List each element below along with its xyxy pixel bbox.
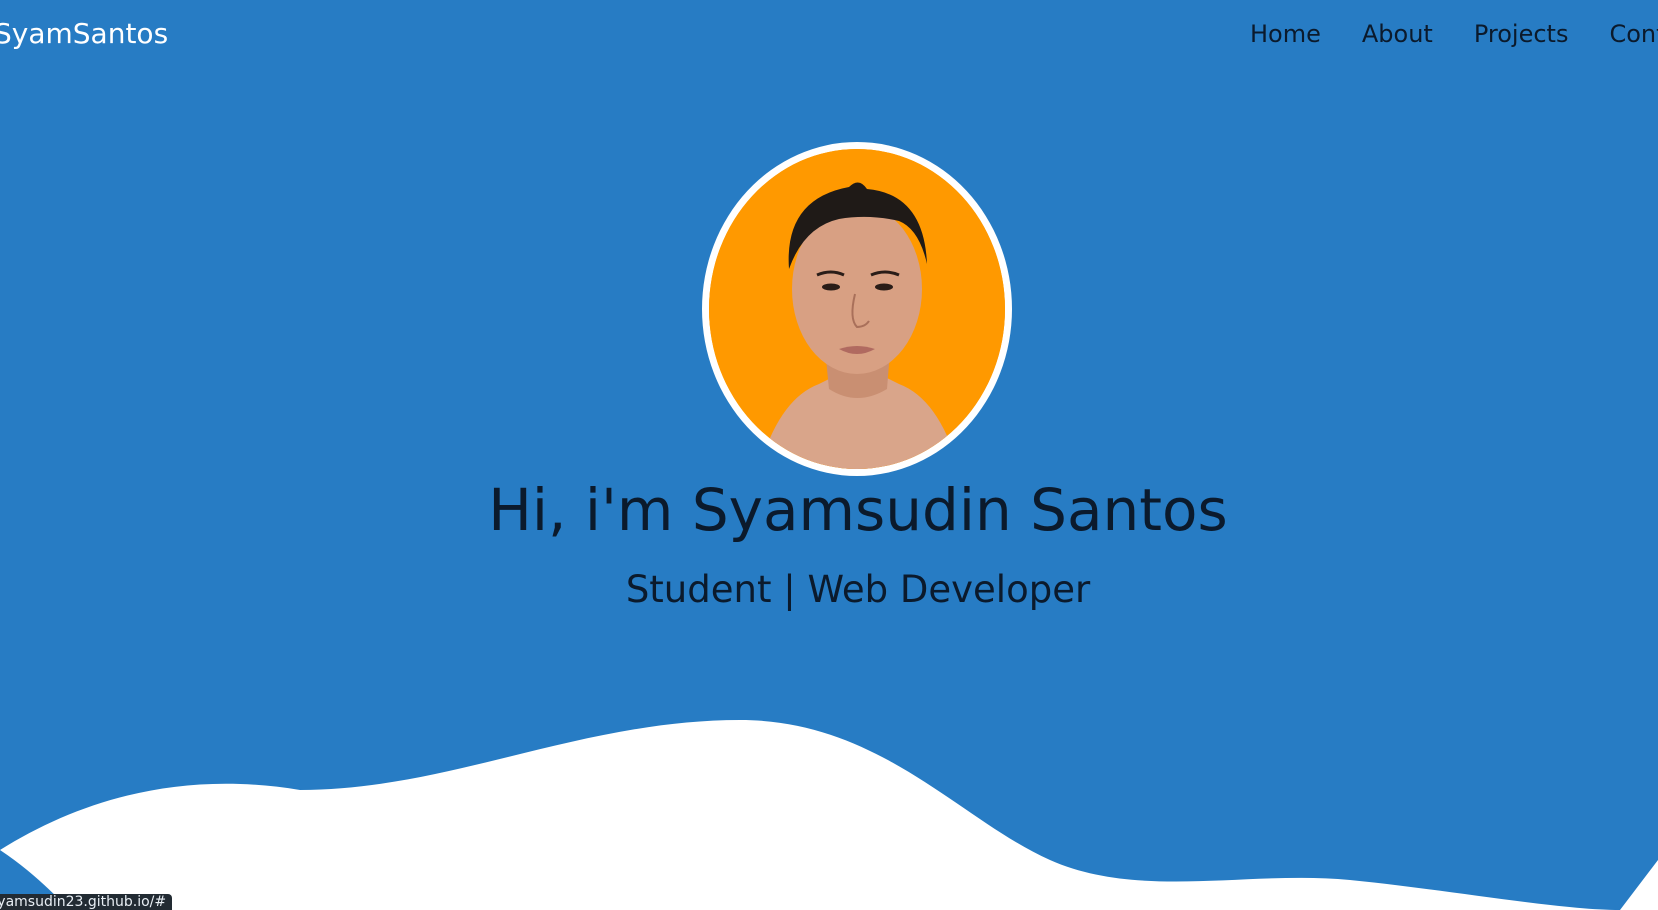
hero-wave (0, 720, 1658, 910)
status-bar-url: syamsudin23.github.io/# (0, 894, 173, 910)
status-url-text: syamsudin23.github.io/# (0, 894, 167, 910)
wave-shape (0, 720, 1658, 910)
page: SyamSantos Home About Projects Contact (0, 0, 1658, 910)
